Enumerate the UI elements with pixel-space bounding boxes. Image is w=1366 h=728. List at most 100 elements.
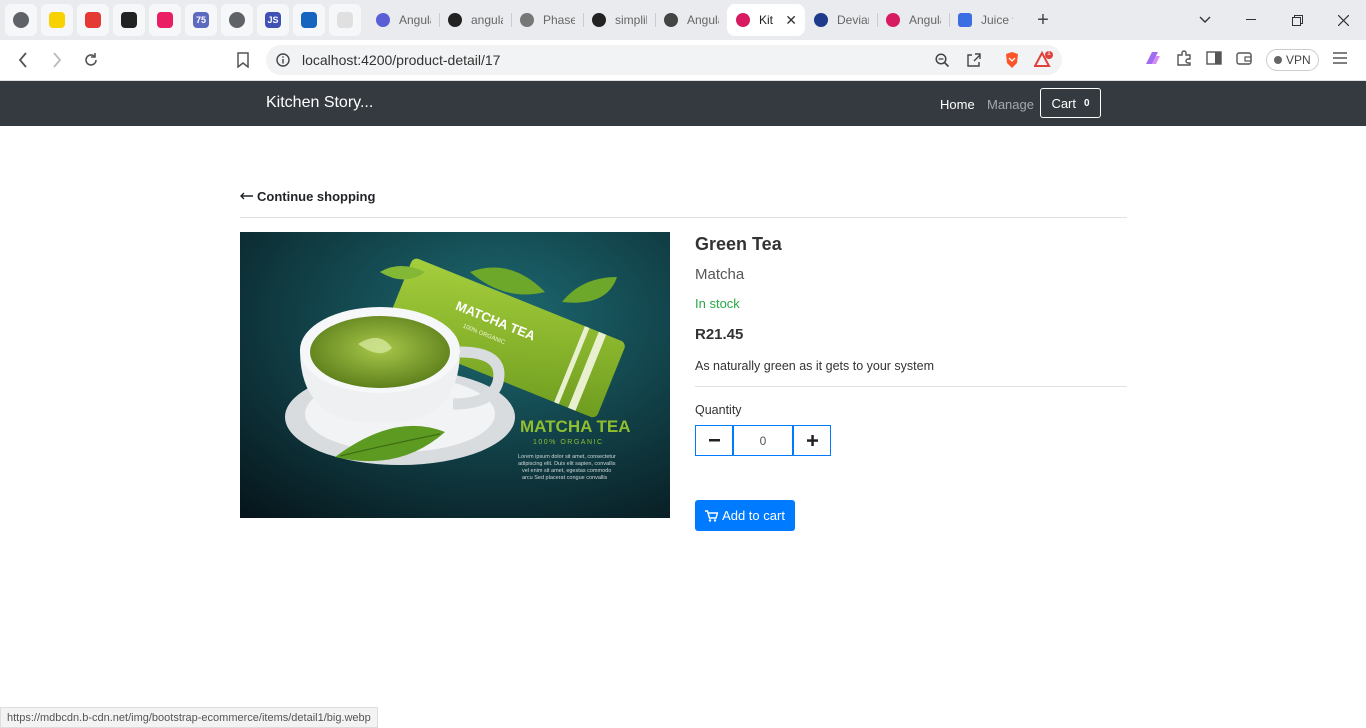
nav-manage[interactable]: Manage [987,97,1034,112]
brave-shields-icon[interactable] [1004,51,1020,69]
quantity-stepper [695,425,1127,456]
product-price: R21.45 [695,326,744,343]
product-info: Green Tea Matcha In stock R21.45 As natu… [695,232,1127,531]
tab-label: Angula [687,13,719,27]
wallet-icon[interactable] [1236,51,1252,70]
pinned-tab[interactable] [113,4,145,36]
pinned-tab[interactable] [329,4,361,36]
product-title: Green Tea [695,234,782,254]
browser-tab[interactable]: Deviare [805,4,877,36]
zoom-icon[interactable] [935,52,950,68]
cube-icon [85,12,101,28]
pinned-tab[interactable] [293,4,325,36]
tab-active[interactable]: Kit ✕ [727,4,805,36]
browser-tab[interactable]: Phase4 [511,4,583,36]
restore-icon[interactable] [1274,0,1320,40]
browser-tab[interactable]: angula [439,4,511,36]
stock-status: In stock [695,296,740,311]
continue-shopping-link[interactable]: Continue shopping [240,180,1127,212]
add-to-cart-label: Add to cart [722,508,785,523]
product-image: MATCHA TEA 100% ORGANIC MATCHA TEA 100% … [240,232,670,518]
cart-count-badge: 0 [1084,97,1090,109]
brave-rewards-icon[interactable]: 1 [1034,50,1054,69]
extensions-icon[interactable] [1176,49,1192,71]
close-tab-icon[interactable]: ✕ [785,12,797,29]
vpn-status-icon [1274,56,1282,64]
close-window-icon[interactable] [1320,0,1366,40]
pinned-tab[interactable] [77,4,109,36]
new-tab-button[interactable]: + [1029,6,1057,34]
decrease-quantity-button[interactable] [695,425,733,456]
leo-ai-icon[interactable] [1144,50,1162,71]
quantity-label: Quantity [695,403,742,417]
tab-search-icon[interactable] [1182,0,1228,40]
arrow-left-icon [240,192,253,200]
vpn-button[interactable]: VPN [1266,49,1319,71]
openai-icon [663,12,679,28]
minus-icon [708,439,720,442]
tab-label: Angula [909,13,941,27]
bookmark-icon[interactable] [226,45,260,75]
brand-link[interactable]: Kitchen Story... [266,94,373,112]
minimize-icon[interactable] [1228,0,1274,40]
browser-tab-bar: 75 JS Angula angula Phase4 simplil Angula Kit ✕… [0,0,1366,40]
nav-home[interactable]: Home [940,97,975,112]
cart-button[interactable]: Cart 0 [1040,88,1101,118]
globe-icon [13,12,29,28]
ad-body-line: vel enim sit amet, egestas commodo [522,468,611,474]
product-subtitle: Matcha [695,266,745,283]
address-bar: localhost:4200/product-detail/17 1 VPN [0,40,1366,81]
ad-headline: MATCHA TEA [520,417,630,436]
tab-label: Juice ve [981,13,1013,27]
quantity-input[interactable] [733,425,793,456]
status-bar: https://mdbcdn.b-cdn.net/img/bootstrap-e… [0,707,378,728]
gear-icon [519,12,535,28]
forms-icon [957,12,973,28]
url-text: localhost:4200/product-detail/17 [302,52,501,68]
product-detail: Continue shopping MATCHA TEA 100% ORGANI… [240,180,1127,531]
forward-icon[interactable] [40,45,74,75]
reload-icon[interactable] [74,45,108,75]
sidebar-icon[interactable] [1206,50,1222,70]
tab-label: Phase4 [543,13,575,27]
pinned-tab[interactable] [149,4,181,36]
url-field[interactable]: localhost:4200/product-detail/17 1 [266,45,1062,75]
browser-tab[interactable]: Angula [877,4,949,36]
share-icon[interactable] [966,52,982,68]
increase-quantity-button[interactable] [793,425,831,456]
browser-tab[interactable]: Angula [655,4,727,36]
window-controls [1182,0,1366,40]
ad-body-line: Lorem ipsum dolor sit amet, consectetur [518,454,616,460]
cart-label: Cart [1051,95,1076,111]
site-info-icon[interactable] [276,53,290,67]
vpn-label: VPN [1286,53,1311,67]
app-navbar: Kitchen Story... Home Manage Cart 0 [0,81,1366,126]
back-icon[interactable] [6,45,40,75]
browser-tab[interactable]: simplil [583,4,655,36]
pinned-tab[interactable]: 75 [185,4,217,36]
pinned-tab[interactable]: JS [257,4,289,36]
menu-icon[interactable] [1332,51,1347,69]
tab-label: Kit [759,13,774,27]
ad-body-line: adipiscing elit. Duis elit sapien, conva… [518,461,616,467]
browser-tab[interactable]: Juice ve [949,4,1021,36]
browser-tab[interactable]: Angula [367,4,439,36]
number-badge-icon: 75 [193,12,209,28]
notification-badge: 1 [1047,50,1051,57]
crown-icon [121,12,137,28]
tab-label: angula [471,13,503,27]
pinned-tab[interactable] [41,4,73,36]
plus-icon [806,435,818,446]
globe-icon [229,12,245,28]
pinned-tab[interactable] [5,4,37,36]
add-to-cart-button[interactable]: Add to cart [695,500,795,531]
js-icon: JS [265,12,281,28]
github-icon [447,12,463,28]
pinned-tab[interactable] [221,4,253,36]
ad-body-line: arcu Sed placerat congue convallis [522,475,608,481]
deviare-icon [813,12,829,28]
tab-strip: Angula angula Phase4 simplil Angula Kit ✕ Devia… [367,4,1021,36]
divider [695,386,1127,387]
matcha-illustration: MATCHA TEA 100% ORGANIC MATCHA TEA 100% … [240,232,670,518]
divider [240,217,1127,218]
